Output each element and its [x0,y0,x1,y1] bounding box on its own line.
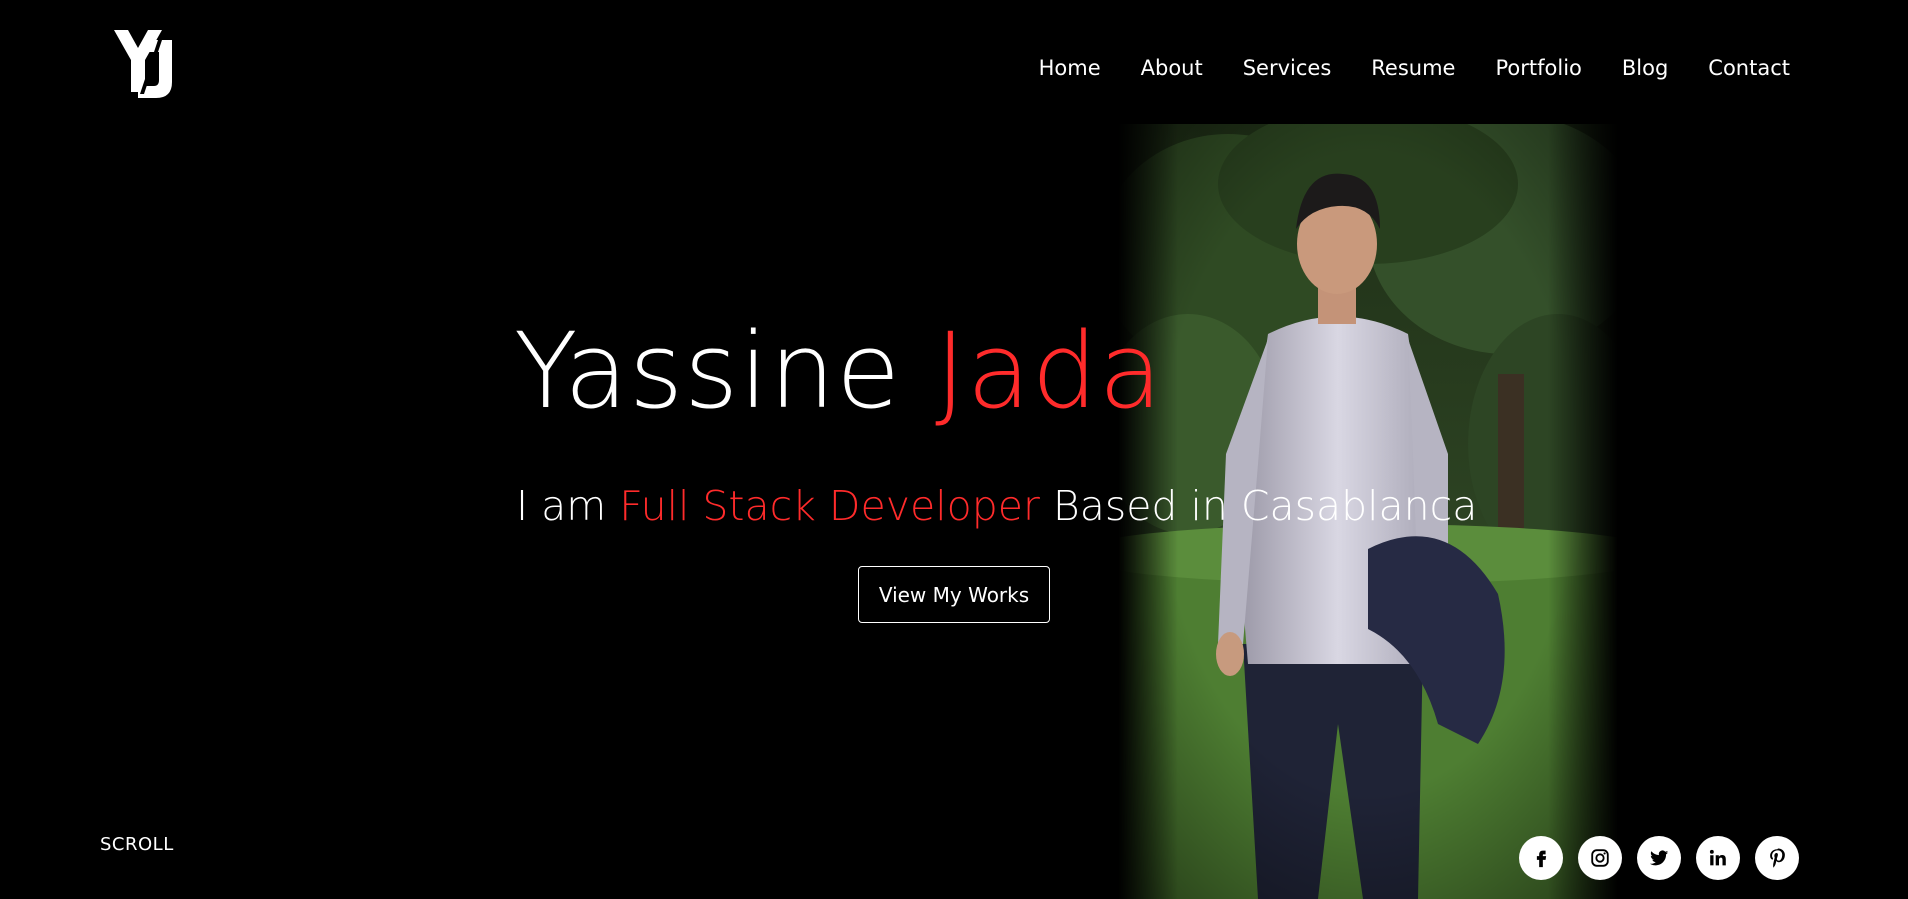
twitter-icon [1649,850,1669,866]
facebook-icon [1536,850,1547,868]
scroll-indicator[interactable]: SCROLL [100,834,174,855]
site-logo[interactable] [114,30,172,98]
nav-contact[interactable]: Contact [1708,54,1790,82]
linkedin-link[interactable] [1696,836,1740,880]
hero-name: Yassine Jada [514,306,1163,436]
instagram-link[interactable] [1578,836,1622,880]
tagline-role: Full Stack Developer [619,482,1040,530]
twitter-link[interactable] [1637,836,1681,880]
pinterest-icon [1770,848,1785,868]
nav-home[interactable]: Home [1039,54,1101,82]
hero-first-name: Yassine [514,310,902,432]
linkedin-icon [1709,849,1726,866]
main-nav: Home About Services Resume Portfolio Blo… [1039,54,1790,82]
hero-last-name: Jada [935,310,1164,432]
nav-about[interactable]: About [1141,54,1203,82]
hero-tagline: I am Full Stack Developer Based in Casab… [516,478,1477,534]
nav-portfolio[interactable]: Portfolio [1495,54,1581,82]
yj-logo-mark [114,30,172,98]
facebook-link[interactable] [1519,836,1563,880]
tagline-prefix: I am [516,482,607,530]
nav-blog[interactable]: Blog [1622,54,1668,82]
view-my-works-button[interactable]: View My Works [858,566,1050,623]
tagline-suffix: Based in Casablanca [1052,482,1478,530]
social-links [1519,836,1799,880]
pinterest-link[interactable] [1755,836,1799,880]
instagram-icon [1591,849,1609,867]
nav-resume[interactable]: Resume [1371,54,1455,82]
nav-services[interactable]: Services [1243,54,1332,82]
